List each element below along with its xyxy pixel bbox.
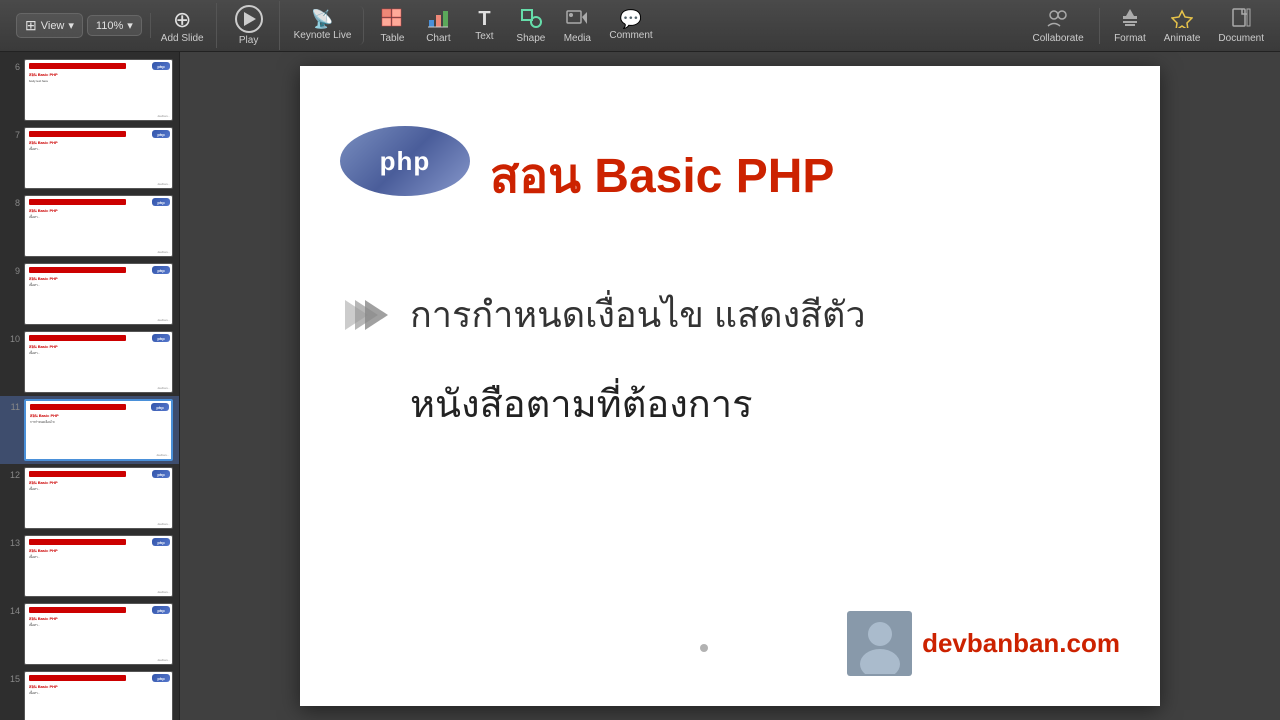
thumb-logo: php — [152, 606, 170, 614]
slide-canvas[interactable]: php สอน Basic PHP การกำหนดเงื่อนไข แสดงส… — [300, 66, 1160, 706]
thumb-logo: php — [152, 130, 170, 138]
comment-button[interactable]: 💬 Comment — [601, 6, 660, 45]
collaborate-button[interactable]: Collaborate — [1023, 4, 1093, 48]
document-icon — [1230, 8, 1252, 31]
thumb-logo: php — [152, 62, 170, 70]
bullet-arrow-icon — [340, 290, 390, 340]
author-name: devbanban.com — [922, 628, 1120, 659]
thumb-logo: php — [152, 266, 170, 274]
thumb-logo: php — [152, 674, 170, 682]
zoom-chevron-icon: ▾ — [127, 19, 133, 32]
chart-icon — [427, 8, 449, 31]
format-label: Format — [1114, 33, 1146, 44]
toolbar: ⊞ View ▾ 110% ▾ ⊕ Add Slide Play 📡 Keyno… — [0, 0, 1280, 52]
content-text-line2: หนังสือตามที่ต้องการ — [410, 373, 1120, 434]
slide-item[interactable]: 10 php สอน Basic PHP เนื้อหา... devban..… — [0, 328, 179, 396]
add-slide-button[interactable]: ⊕ Add Slide — [153, 3, 217, 48]
cursor — [700, 644, 708, 652]
add-slide-label: Add Slide — [161, 33, 204, 44]
content-line1: การกำหนดเงื่อนไข แสดงสีตัว — [340, 286, 1120, 343]
author-photo — [847, 611, 912, 676]
table-label: Table — [380, 33, 404, 44]
text-label: Text — [475, 31, 493, 42]
keynote-live-icon: 📡 — [311, 10, 333, 28]
canvas-area[interactable]: php สอน Basic PHP การกำหนดเงื่อนไข แสดงส… — [180, 52, 1280, 720]
view-chevron-icon: ▾ — [68, 19, 74, 32]
slide-item[interactable]: 8 php สอน Basic PHP เนื้อหา... devban... — [0, 192, 179, 260]
chart-button[interactable]: Chart — [416, 4, 460, 48]
thumb-logo: php — [152, 538, 170, 546]
view-button[interactable]: ⊞ View ▾ — [16, 13, 83, 38]
view-label: View — [41, 20, 65, 32]
play-button[interactable]: Play — [223, 1, 280, 50]
author-area: devbanban.com — [847, 611, 1120, 676]
text-button[interactable]: T Text — [462, 5, 506, 46]
collaborate-icon — [1046, 8, 1070, 31]
thumb-logo: php — [152, 334, 170, 342]
php-logo-text: php — [380, 146, 431, 177]
thumb-logo: php — [152, 470, 170, 478]
chart-label: Chart — [426, 33, 450, 44]
comment-label: Comment — [609, 30, 652, 41]
slide-item[interactable]: 15 php สอน Basic PHP เนื้อหา... devban..… — [0, 668, 179, 720]
text-icon: T — [478, 9, 490, 29]
comment-icon: 💬 — [620, 10, 642, 28]
keynote-live-label: Keynote Live — [294, 30, 352, 41]
slide-content: การกำหนดเงื่อนไข แสดงสีตัว หนังสือตามที่… — [340, 286, 1120, 434]
animate-button[interactable]: Animate — [1156, 4, 1209, 48]
slide-item[interactable]: 13 php สอน Basic PHP เนื้อหา... devban..… — [0, 532, 179, 600]
add-icon: ⊕ — [173, 7, 191, 33]
document-label: Document — [1218, 33, 1264, 44]
format-icon — [1119, 8, 1141, 31]
media-label: Media — [564, 33, 591, 44]
main-area: 6 php สอน Basic PHP body text here devba… — [0, 52, 1280, 720]
view-icon: ⊞ — [25, 17, 37, 34]
play-icon — [235, 5, 263, 33]
slide-item-active[interactable]: 11 php สอน Basic PHP การกำหนดเงื่อนไข de… — [0, 396, 179, 464]
thumb-logo: php — [152, 198, 170, 206]
animate-label: Animate — [1164, 33, 1201, 44]
php-logo: php — [340, 126, 470, 196]
document-button[interactable]: Document — [1210, 4, 1272, 48]
table-button[interactable]: Table — [370, 4, 414, 48]
zoom-button[interactable]: 110% ▾ — [87, 15, 142, 36]
media-icon — [566, 8, 588, 31]
media-button[interactable]: Media — [555, 4, 599, 48]
slide-title[interactable]: สอน Basic PHP — [490, 138, 834, 214]
zoom-label: 110% — [96, 20, 123, 32]
slide-item[interactable]: 9 php สอน Basic PHP เนื้อหา... devban... — [0, 260, 179, 328]
shape-button[interactable]: Shape — [508, 4, 553, 48]
animate-icon — [1171, 8, 1193, 31]
shape-label: Shape — [516, 33, 545, 44]
slide-item[interactable]: 7 php สอน Basic PHP เนื้อหา... devban... — [0, 124, 179, 192]
right-toolbar-group: Collaborate Format Animate — [1023, 4, 1272, 48]
collaborate-label: Collaborate — [1032, 33, 1083, 44]
play-label: Play — [239, 35, 258, 46]
view-zoom-group: ⊞ View ▾ 110% ▾ — [8, 13, 151, 38]
format-button[interactable]: Format — [1106, 4, 1154, 48]
shape-icon — [520, 8, 542, 31]
slide-item[interactable]: 14 php สอน Basic PHP เนื้อหา... devban..… — [0, 600, 179, 668]
content-text-line1: การกำหนดเงื่อนไข แสดงสีตัว — [410, 286, 866, 343]
slide-item[interactable]: 12 php สอน Basic PHP เนื้อหา... devban..… — [0, 464, 179, 532]
table-icon — [381, 8, 403, 31]
slide-item[interactable]: 6 php สอน Basic PHP body text here devba… — [0, 56, 179, 124]
keynote-live-button[interactable]: 📡 Keynote Live — [286, 6, 365, 45]
slide-panel[interactable]: 6 php สอน Basic PHP body text here devba… — [0, 52, 180, 720]
thumb-logo: php — [151, 403, 169, 411]
